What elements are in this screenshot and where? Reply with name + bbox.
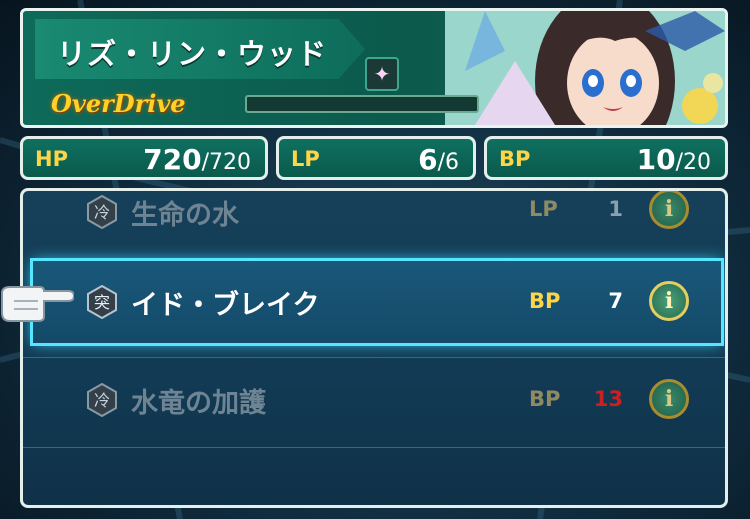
lp-max: /6 bbox=[437, 150, 459, 175]
svg-text:冷: 冷 bbox=[94, 391, 110, 410]
skill-row-1[interactable]: 冷 生命の水 BP 4 LP 1 i bbox=[23, 191, 725, 257]
hp-max: /720 bbox=[201, 150, 251, 175]
skill-cost-label: BP bbox=[529, 289, 561, 313]
bp-stat: BP 10/20 bbox=[484, 136, 728, 180]
skill-cost-value-insufficient: 13 bbox=[593, 387, 623, 411]
info-button[interactable]: i bbox=[649, 281, 689, 321]
row-divider bbox=[23, 357, 725, 358]
sparkle-icon[interactable]: ✦ bbox=[365, 57, 399, 91]
skill-cost-value: 7 bbox=[608, 289, 623, 313]
svg-text:冷: 冷 bbox=[94, 203, 110, 222]
skill-cost-label: BP bbox=[529, 191, 560, 195]
info-button[interactable]: i bbox=[649, 379, 689, 419]
character-name: リズ・リン・ウッド bbox=[57, 37, 328, 71]
skill-cost-value: 1 bbox=[608, 197, 623, 221]
lp-label: LP bbox=[291, 147, 320, 171]
skill-name: イド・ブレイク bbox=[131, 290, 320, 321]
hp-label: HP bbox=[35, 147, 68, 171]
bp-value: 10/20 bbox=[637, 143, 711, 176]
pierce-element-icon: 突 bbox=[87, 285, 117, 319]
hp-current: 720 bbox=[143, 143, 202, 176]
ice-element-icon: 冷 bbox=[87, 383, 117, 417]
info-button[interactable]: i bbox=[649, 191, 689, 229]
skill-list: 冷 生命の水 BP 4 LP 1 i 突 イド・ブレイク BP 7 i 冷 水竜… bbox=[20, 188, 728, 508]
bp-current: 10 bbox=[636, 143, 676, 176]
skill-row-2-selected[interactable]: 突 イド・ブレイク BP 7 i bbox=[30, 258, 724, 346]
skill-cost-value: 4 bbox=[593, 191, 623, 195]
character-header: リズ・リン・ウッド ✦ OverDrive bbox=[20, 8, 728, 128]
skill-cost-label: BP bbox=[529, 387, 561, 411]
lp-stat: LP 6/6 bbox=[276, 136, 476, 180]
lp-value: 6/6 bbox=[418, 143, 459, 176]
svg-text:突: 突 bbox=[94, 293, 110, 312]
character-name-plate: リズ・リン・ウッド bbox=[35, 19, 365, 79]
pointing-hand-icon bbox=[1, 286, 74, 322]
skill-row-3[interactable]: 冷 水竜の加護 BP 13 i bbox=[23, 359, 725, 443]
bp-label: BP bbox=[499, 147, 531, 171]
lp-current: 6 bbox=[418, 143, 438, 176]
skill-name: 水竜の加護 bbox=[131, 388, 266, 419]
skill-name: 生命の水 bbox=[131, 200, 239, 231]
hp-stat: HP 720/720 bbox=[20, 136, 268, 180]
skill-cost-label: LP bbox=[529, 197, 558, 221]
overdrive-label: OverDrive bbox=[51, 89, 186, 118]
character-portrait bbox=[445, 11, 725, 125]
hp-value: 720/720 bbox=[143, 143, 251, 176]
overdrive-gauge bbox=[245, 95, 479, 113]
bp-max: /20 bbox=[675, 150, 711, 175]
ice-element-icon: 冷 bbox=[87, 195, 117, 229]
row-divider bbox=[23, 447, 725, 448]
